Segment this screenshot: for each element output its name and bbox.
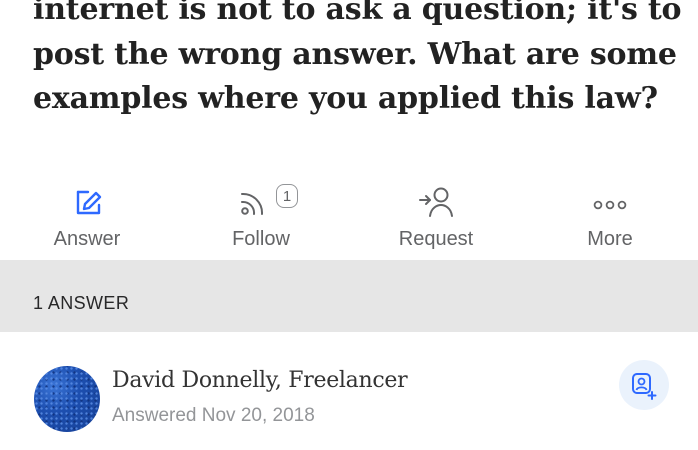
- request-button[interactable]: Request: [351, 180, 521, 260]
- answers-header: 1 ANSWER: [0, 260, 698, 332]
- avatar[interactable]: [34, 366, 100, 432]
- request-label: Request: [398, 228, 474, 250]
- answer-button[interactable]: Answer: [2, 180, 172, 260]
- more-label: More: [587, 228, 633, 250]
- answer-date[interactable]: Answered Nov 20, 2018: [112, 405, 315, 427]
- request-user-icon: [416, 184, 456, 225]
- question-title: internet is not to ask a question; it's …: [33, 0, 682, 116]
- follow-label: Follow: [232, 228, 290, 250]
- follow-count-badge: 1: [276, 184, 298, 208]
- answer-count: 1 ANSWER: [33, 293, 130, 313]
- answer-item: David Donnelly, Freelancer Answered Nov …: [0, 332, 698, 450]
- rss-icon: [236, 184, 270, 225]
- author-name[interactable]: David Donnelly, Freelancer: [112, 368, 408, 393]
- question-action-bar: Answer 1 Follow Request More: [0, 180, 698, 260]
- pencil-icon: [69, 184, 105, 225]
- more-button[interactable]: More: [525, 180, 695, 260]
- follow-button[interactable]: 1 Follow: [176, 180, 346, 260]
- follow-user-button[interactable]: [619, 360, 669, 410]
- more-dots-icon: [590, 184, 630, 225]
- answer-label: Answer: [53, 228, 121, 250]
